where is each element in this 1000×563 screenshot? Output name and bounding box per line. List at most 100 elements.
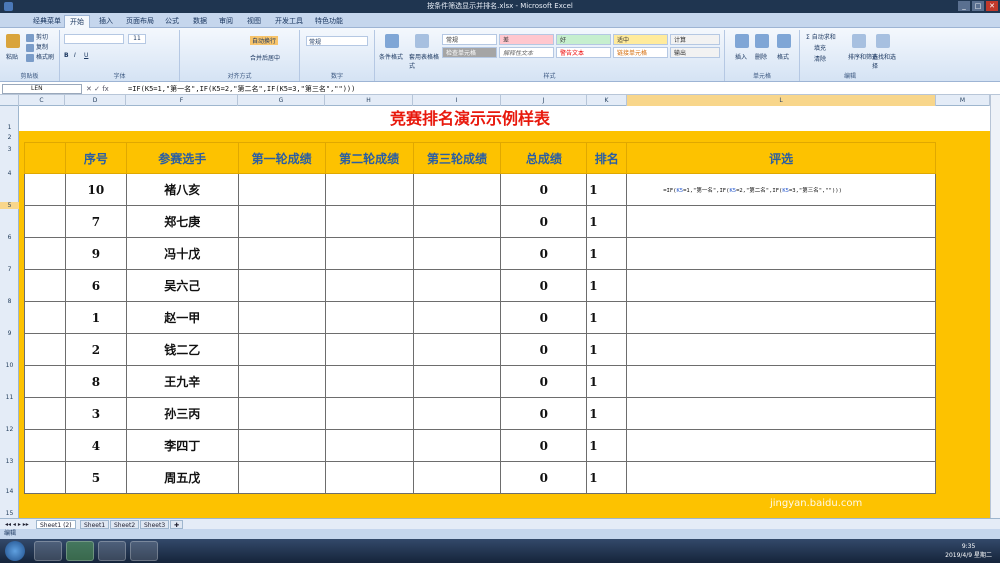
- score-cell[interactable]: [324, 205, 414, 238]
- score-cell[interactable]: [324, 269, 414, 302]
- tab-formulas[interactable]: 公式: [160, 15, 184, 28]
- score-cell[interactable]: [237, 365, 326, 398]
- score-cell[interactable]: [324, 365, 414, 398]
- style-output[interactable]: 输出: [670, 47, 720, 58]
- start-button[interactable]: [5, 541, 25, 561]
- evaluation-cell[interactable]: [626, 269, 936, 302]
- name-cell[interactable]: 周五戊: [125, 461, 239, 494]
- row-header[interactable]: 13: [0, 458, 19, 465]
- score-cell[interactable]: [324, 173, 414, 206]
- name-cell[interactable]: 王九辛: [125, 365, 239, 398]
- conditional-format-button[interactable]: 条件格式: [379, 52, 403, 61]
- total-cell[interactable]: 0: [500, 205, 588, 238]
- style-calculation[interactable]: 计算: [670, 34, 720, 45]
- evaluation-cell[interactable]: [626, 301, 936, 334]
- close-button[interactable]: ✕: [986, 1, 998, 11]
- number-cell[interactable]: 3: [64, 397, 127, 430]
- total-cell[interactable]: 0: [500, 429, 588, 462]
- system-clock[interactable]: 9:35 2019/4/9 星期二: [945, 542, 992, 560]
- score-cell[interactable]: [324, 461, 414, 494]
- score-cell[interactable]: [324, 429, 414, 462]
- conditional-format-icon[interactable]: [385, 34, 399, 48]
- column-header[interactable]: M: [936, 95, 990, 106]
- minimize-button[interactable]: _: [958, 1, 970, 11]
- score-cell[interactable]: [412, 269, 502, 302]
- score-cell[interactable]: [237, 461, 326, 494]
- style-neutral[interactable]: 适中: [613, 34, 668, 45]
- explorer-taskbar-icon[interactable]: [98, 541, 126, 561]
- total-cell[interactable]: 0: [500, 365, 588, 398]
- bold-button[interactable]: B: [64, 52, 69, 59]
- autosum-button[interactable]: Σ 自动求和: [806, 32, 836, 41]
- row-header[interactable]: 8: [0, 298, 19, 305]
- column-header[interactable]: I: [413, 95, 501, 106]
- insert-cells-icon[interactable]: [735, 34, 749, 48]
- tab-classic-menu[interactable]: 经典菜单: [28, 15, 66, 28]
- column-header[interactable]: C: [19, 95, 65, 106]
- merge-center-button[interactable]: 合并后居中: [250, 53, 280, 62]
- name-cell[interactable]: 吴六己: [125, 269, 239, 302]
- cell[interactable]: [24, 461, 66, 494]
- rank-cell[interactable]: 1: [586, 397, 628, 430]
- header-cell[interactable]: 第二轮成绩: [324, 142, 414, 174]
- name-cell[interactable]: 李四丁: [125, 429, 239, 462]
- score-cell[interactable]: [237, 429, 326, 462]
- score-cell[interactable]: [412, 205, 502, 238]
- cell[interactable]: [24, 301, 66, 334]
- header-cell[interactable]: 序号: [64, 142, 127, 174]
- header-cell[interactable]: [24, 142, 66, 174]
- score-cell[interactable]: [412, 461, 502, 494]
- style-normal[interactable]: 常规: [442, 34, 497, 45]
- vertical-scrollbar[interactable]: [990, 95, 1000, 518]
- score-cell[interactable]: [237, 301, 326, 334]
- formula-input[interactable]: =IF(K5=1,"第一名",IF(K5=2,"第二名",IF(K5=3,"第三…: [128, 84, 355, 94]
- maximize-button[interactable]: □: [972, 1, 984, 11]
- cell[interactable]: [24, 397, 66, 430]
- score-cell[interactable]: [412, 333, 502, 366]
- column-header[interactable]: L: [627, 95, 936, 106]
- cut-button[interactable]: 剪切: [26, 32, 48, 42]
- office-button-icon[interactable]: [4, 2, 13, 11]
- score-cell[interactable]: [412, 173, 502, 206]
- wrap-text-button[interactable]: 自动换行: [250, 36, 279, 45]
- rank-cell[interactable]: 1: [586, 429, 628, 462]
- sort-filter-icon[interactable]: [852, 34, 866, 48]
- format-cells-button[interactable]: 格式: [777, 52, 789, 61]
- cell[interactable]: [24, 205, 66, 238]
- find-select-button[interactable]: 查找和选择: [872, 52, 900, 70]
- row-header[interactable]: 2: [0, 134, 19, 141]
- name-cell[interactable]: 褚八亥: [125, 173, 239, 206]
- number-cell[interactable]: 6: [64, 269, 127, 302]
- name-cell[interactable]: 孙三丙: [125, 397, 239, 430]
- name-cell[interactable]: 赵一甲: [125, 301, 239, 334]
- row-header[interactable]: 14: [0, 488, 19, 495]
- total-cell[interactable]: 0: [500, 301, 588, 334]
- row-header[interactable]: 6: [0, 234, 19, 241]
- style-bad[interactable]: 差: [499, 34, 554, 45]
- clear-button[interactable]: 清除: [814, 54, 826, 63]
- name-box[interactable]: LEN: [2, 84, 82, 94]
- sheet-title[interactable]: 竞赛排名演示示例样表: [355, 106, 585, 131]
- evaluation-cell[interactable]: [626, 397, 936, 430]
- column-header[interactable]: G: [238, 95, 325, 106]
- row-header[interactable]: 9: [0, 330, 19, 337]
- evaluation-cell[interactable]: [626, 365, 936, 398]
- score-cell[interactable]: [237, 237, 326, 270]
- score-cell[interactable]: [412, 397, 502, 430]
- number-cell[interactable]: 4: [64, 429, 127, 462]
- evaluation-cell[interactable]: [626, 333, 936, 366]
- sheet-tab[interactable]: Sheet1 (2): [36, 520, 76, 529]
- number-cell[interactable]: 7: [64, 205, 127, 238]
- score-cell[interactable]: [324, 237, 414, 270]
- number-cell[interactable]: 5: [64, 461, 127, 494]
- rank-cell[interactable]: 1: [586, 205, 628, 238]
- score-cell[interactable]: [412, 365, 502, 398]
- style-check-cell[interactable]: 检查单元格: [442, 47, 497, 58]
- table-format-icon[interactable]: [415, 34, 429, 48]
- delete-cells-button[interactable]: 删除: [755, 52, 767, 61]
- paste-button[interactable]: 粘贴: [6, 52, 18, 61]
- fx-icon[interactable]: fx: [102, 85, 109, 93]
- cell[interactable]: [24, 429, 66, 462]
- score-cell[interactable]: [237, 205, 326, 238]
- format-cells-icon[interactable]: [777, 34, 791, 48]
